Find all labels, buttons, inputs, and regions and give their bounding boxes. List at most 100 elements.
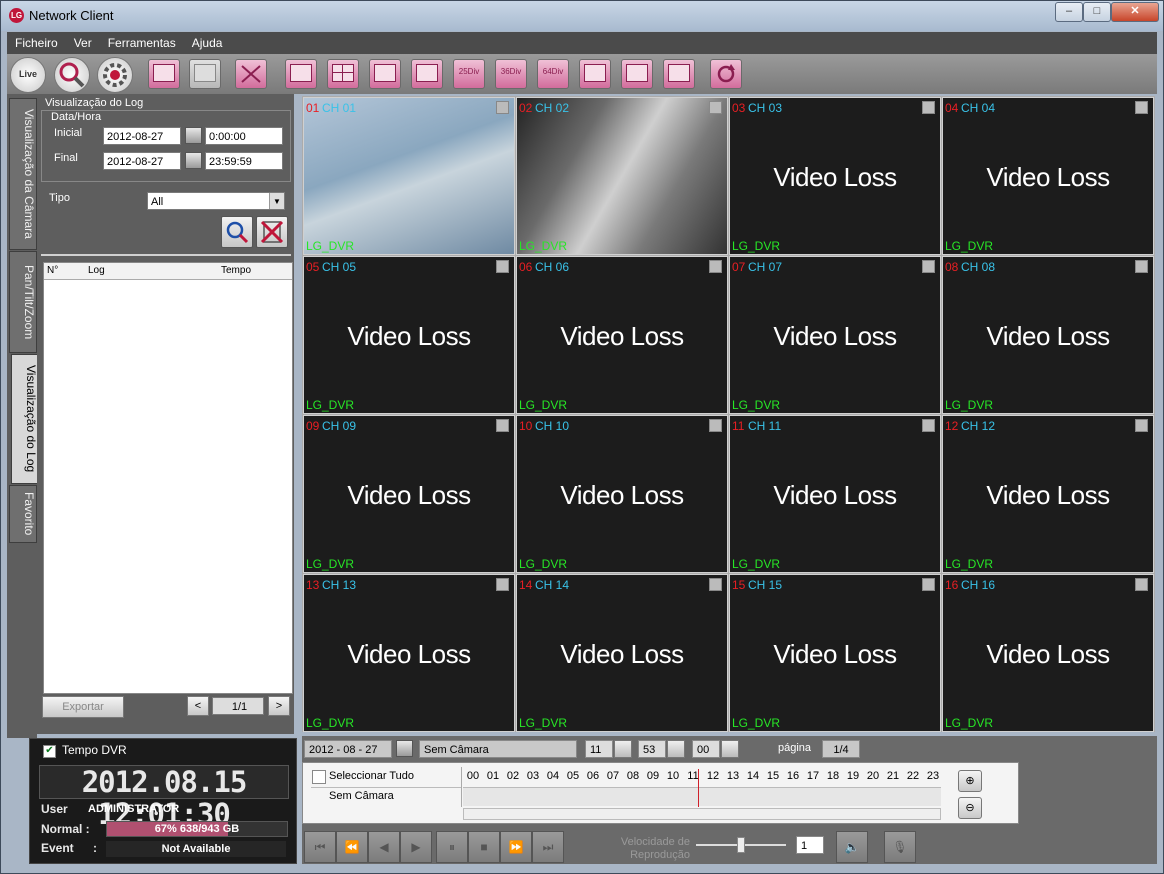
search-playback-button[interactable] (54, 57, 90, 93)
fullscreen-button[interactable] (235, 59, 267, 89)
minimize-button[interactable]: – (1055, 2, 1083, 22)
speaker-icon[interactable] (1135, 260, 1148, 273)
fast-forward-button[interactable]: ⏩ (500, 831, 532, 863)
hour-field[interactable]: 11 (585, 740, 613, 758)
camera-tile[interactable]: 13 CH 13 Video Loss LG_DVR (303, 574, 515, 732)
prev-page-button[interactable]: < (187, 696, 209, 716)
speaker-icon[interactable] (496, 260, 509, 273)
select-all-checkbox[interactable] (312, 770, 326, 784)
camera-tile[interactable]: 10 CH 10 Video Loss LG_DVR (516, 415, 728, 573)
speaker-icon[interactable] (496, 578, 509, 591)
layout-13-button[interactable] (663, 59, 695, 89)
camera-tile[interactable]: 15 CH 15 Video Loss LG_DVR (729, 574, 941, 732)
skip-start-button[interactable]: ⏮ (304, 831, 336, 863)
settings-button[interactable] (97, 57, 133, 93)
timeline-track[interactable] (463, 787, 941, 806)
zoom-in-button[interactable]: ⊕ (958, 770, 982, 792)
layout-36-button[interactable]: 36Div (495, 59, 527, 89)
layout-64-button[interactable]: 64Div (537, 59, 569, 89)
print-button[interactable] (189, 59, 221, 89)
second-field[interactable]: 00 (692, 740, 720, 758)
playback-date-field[interactable]: 2012 - 08 - 27 (304, 740, 392, 758)
camera-tile[interactable]: 03 CH 03 Video Loss LG_DVR (729, 97, 941, 255)
start-time-field[interactable]: 0:00:00 (205, 127, 283, 145)
minute-field[interactable]: 53 (638, 740, 666, 758)
layout-16-button[interactable] (411, 59, 443, 89)
menu-ajuda[interactable]: Ajuda (184, 32, 231, 54)
speed-slider-handle[interactable] (737, 837, 745, 853)
dvr-time-checkbox[interactable]: ✔ (43, 745, 56, 758)
speaker-icon[interactable] (922, 578, 935, 591)
speaker-icon[interactable] (709, 419, 722, 432)
speaker-icon[interactable] (496, 101, 509, 114)
tab-log-view[interactable]: Visualização do Log (11, 354, 39, 484)
camera-tile[interactable]: 14 CH 14 Video Loss LG_DVR (516, 574, 728, 732)
layout-8-button[interactable] (621, 59, 653, 89)
tab-favorites[interactable]: Favorito (9, 485, 37, 543)
tab-camera-view[interactable]: Visualização da Câmara (9, 98, 37, 250)
speaker-icon[interactable] (922, 101, 935, 114)
refresh-button[interactable] (710, 59, 742, 89)
playback-calendar-button[interactable] (396, 740, 413, 757)
camera-tile[interactable]: 02 CH 02 LG_DVR (516, 97, 728, 255)
speaker-icon[interactable] (1135, 578, 1148, 591)
speaker-icon[interactable] (709, 101, 722, 114)
speaker-icon[interactable] (1135, 101, 1148, 114)
export-button[interactable] (148, 59, 180, 89)
speaker-icon[interactable] (709, 260, 722, 273)
end-calendar-button[interactable] (185, 152, 202, 169)
timeline-scrollbar[interactable] (463, 808, 941, 820)
camera-select[interactable]: Sem Câmara (419, 740, 577, 758)
speaker-icon[interactable] (496, 419, 509, 432)
reverse-play-button[interactable]: ◀ (368, 831, 400, 863)
skip-end-button[interactable]: ⏭ (532, 831, 564, 863)
delete-log-button[interactable] (256, 216, 288, 248)
live-button[interactable]: Live (10, 57, 46, 93)
camera-tile[interactable]: 05 CH 05 Video Loss LG_DVR (303, 256, 515, 414)
camera-tile[interactable]: 16 CH 16 Video Loss LG_DVR (942, 574, 1154, 732)
type-select[interactable]: All ▼ (147, 192, 285, 210)
next-page-button[interactable]: > (268, 696, 290, 716)
speaker-icon[interactable] (922, 419, 935, 432)
log-table[interactable]: N° Log Tempo (43, 262, 293, 694)
maximize-button[interactable]: □ (1083, 2, 1111, 22)
layout-25-button[interactable]: 25Div (453, 59, 485, 89)
speaker-icon[interactable] (922, 260, 935, 273)
hour-spinner[interactable] (614, 740, 632, 758)
end-date-field[interactable]: 2012-08-27 (103, 152, 181, 170)
layout-6-button[interactable] (579, 59, 611, 89)
camera-tile[interactable]: 04 CH 04 Video Loss LG_DVR (942, 97, 1154, 255)
col-time[interactable]: Tempo (221, 265, 251, 276)
menu-ficheiro[interactable]: Ficheiro (7, 32, 66, 54)
layout-4-button[interactable] (327, 59, 359, 89)
second-spinner[interactable] (721, 740, 739, 758)
speaker-icon[interactable] (1135, 419, 1148, 432)
speaker-icon[interactable] (709, 578, 722, 591)
timeline-cursor[interactable] (698, 769, 699, 807)
fast-rewind-button[interactable]: ⏪ (336, 831, 368, 863)
camera-tile[interactable]: 11 CH 11 Video Loss LG_DVR (729, 415, 941, 573)
layout-9-button[interactable] (369, 59, 401, 89)
camera-tile[interactable]: 08 CH 08 Video Loss LG_DVR (942, 256, 1154, 414)
col-number[interactable]: N° (47, 265, 58, 276)
search-log-button[interactable] (221, 216, 253, 248)
menu-ferramentas[interactable]: Ferramentas (100, 32, 184, 54)
start-date-field[interactable]: 2012-08-27 (103, 127, 181, 145)
zoom-out-button[interactable]: ⊖ (958, 797, 982, 819)
play-button[interactable]: ▶ (400, 831, 432, 863)
minute-spinner[interactable] (667, 740, 685, 758)
col-log[interactable]: Log (88, 265, 105, 276)
menu-ver[interactable]: Ver (66, 32, 100, 54)
camera-tile[interactable]: 06 CH 06 Video Loss LG_DVR (516, 256, 728, 414)
audio-button[interactable]: 🔈 (836, 831, 868, 863)
stop-button[interactable]: ■ (468, 831, 500, 863)
export-log-button[interactable]: Exportar (42, 696, 124, 718)
camera-tile[interactable]: 01 CH 01 LG_DVR (303, 97, 515, 255)
microphone-button[interactable]: 🎙 (884, 831, 916, 863)
tab-ptz[interactable]: Pan/Tilt/Zoom (9, 251, 37, 353)
camera-tile[interactable]: 12 CH 12 Video Loss LG_DVR (942, 415, 1154, 573)
end-time-field[interactable]: 23:59:59 (205, 152, 283, 170)
pause-button[interactable]: ⏸ (436, 831, 468, 863)
layout-1-button[interactable] (285, 59, 317, 89)
start-calendar-button[interactable] (185, 127, 202, 144)
